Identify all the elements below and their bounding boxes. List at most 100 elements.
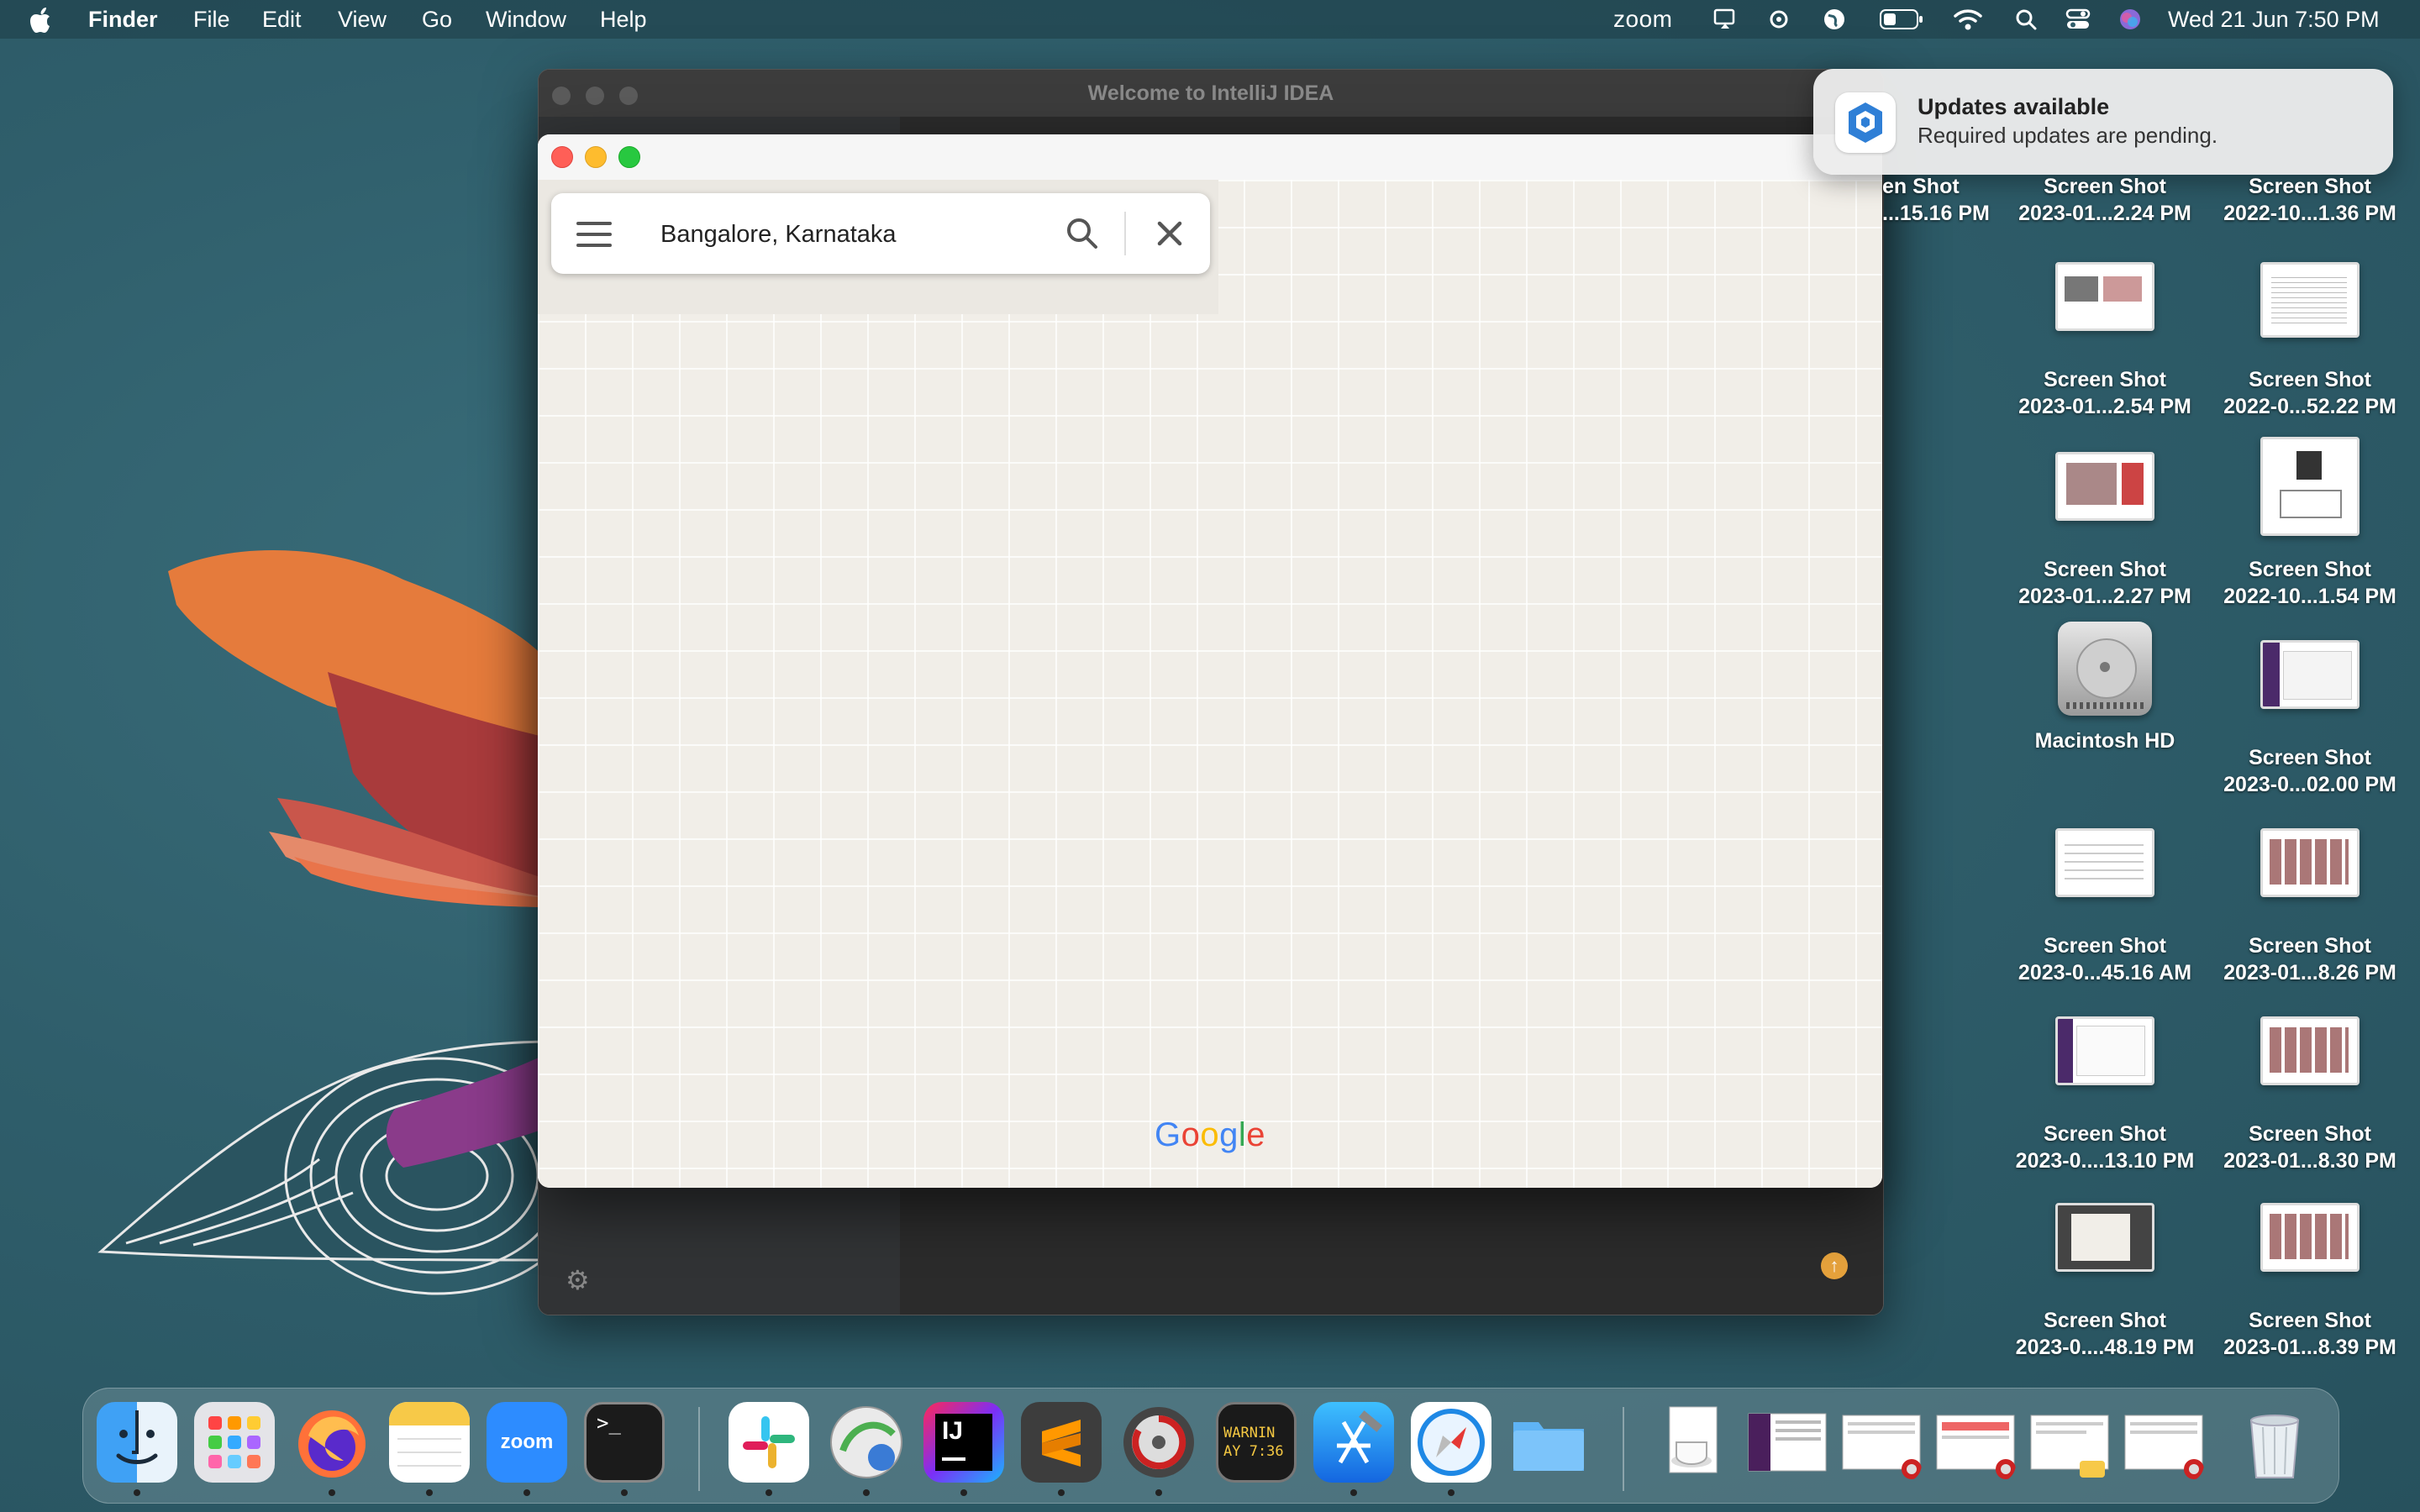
desktop-file-icon[interactable]: Screen Shot 2023-0...02.00 PM bbox=[2213, 640, 2407, 798]
menu-view[interactable]: View bbox=[338, 7, 387, 32]
dock-window-thumbnail[interactable] bbox=[2123, 1402, 2204, 1483]
map-canvas[interactable]: Google bbox=[538, 180, 1882, 1188]
file-name-line1: Screen Shot bbox=[2249, 558, 2371, 581]
zoom-app-label: zoom bbox=[500, 1431, 554, 1453]
search-icon[interactable] bbox=[1062, 213, 1102, 254]
file-name-line1: Screen Shot bbox=[2044, 175, 2166, 198]
zoom-status-item[interactable]: zoom bbox=[1613, 7, 1672, 32]
menu-file[interactable]: File bbox=[193, 7, 230, 32]
dock-backup-icon[interactable] bbox=[1118, 1402, 1199, 1483]
running-indicator bbox=[426, 1489, 433, 1496]
dock-sublime-text-icon[interactable] bbox=[1021, 1402, 1102, 1483]
desktop-file-icon[interactable]: Screen Shot 2023-0....13.10 PM bbox=[2008, 1016, 2202, 1174]
dock-notes-icon[interactable] bbox=[389, 1402, 470, 1483]
running-indicator bbox=[134, 1489, 140, 1496]
update-arrow-icon[interactable]: ↑ bbox=[1821, 1252, 1848, 1279]
menu-window[interactable]: Window bbox=[486, 7, 566, 32]
menu-clock[interactable]: Wed 21 Jun 7:50 PM bbox=[2168, 7, 2380, 32]
gear-icon[interactable]: ⚙ bbox=[566, 1264, 590, 1296]
dock-trash-icon[interactable] bbox=[2234, 1402, 2315, 1483]
running-indicator bbox=[863, 1489, 870, 1496]
file-name-line1: Screen Shot bbox=[2044, 368, 2166, 391]
file-name-line2: 2023-0....13.10 PM bbox=[2015, 1149, 2195, 1173]
desktop-file-icon[interactable]: Screen Shot 2023-01...8.30 PM bbox=[2213, 1016, 2407, 1174]
file-name-line2: 2023-01...8.39 PM bbox=[2223, 1336, 2396, 1359]
console-line-1: WARNIN bbox=[1223, 1425, 1276, 1441]
spotlight-search-icon[interactable] bbox=[2012, 7, 2040, 32]
settings-status-icon[interactable] bbox=[1765, 7, 1793, 32]
hard-drive-icon bbox=[2058, 622, 2152, 716]
menu-app-name[interactable]: Finder bbox=[88, 7, 158, 32]
file-name-line1: Screen Shot bbox=[2044, 1309, 2166, 1332]
zoom-window-button[interactable] bbox=[618, 146, 640, 168]
wallpaper-art bbox=[97, 550, 588, 1295]
desktop-file-icon[interactable]: Screen Shot 2023-01...8.39 PM bbox=[2213, 1203, 2407, 1361]
file-name-line1: Screen Shot bbox=[2249, 175, 2371, 198]
dock-vpn-icon[interactable] bbox=[826, 1402, 907, 1483]
control-center-icon[interactable] bbox=[2064, 7, 2092, 32]
desktop-file-icon[interactable]: Screen Shot 2023-01...8.26 PM bbox=[2213, 828, 2407, 986]
intellij-minimize-button[interactable] bbox=[586, 87, 604, 105]
macintosh-hd-icon[interactable]: Macintosh HD bbox=[2008, 622, 2202, 754]
menu-help[interactable]: Help bbox=[600, 7, 647, 32]
file-name-line2: 2022-10...1.54 PM bbox=[2223, 585, 2396, 608]
console-line-2: AY 7:36 bbox=[1223, 1443, 1284, 1460]
desktop-file-icon[interactable]: Screen Shot 2022-10...1.36 PM bbox=[2213, 173, 2407, 227]
file-name-line2: 2022-0...52.22 PM bbox=[2223, 395, 2396, 418]
desktop-file-icon[interactable]: Screen Shot 2023-01...2.27 PM bbox=[2008, 452, 2202, 610]
dock-folder-icon[interactable] bbox=[1508, 1402, 1589, 1483]
screen-mirroring-icon[interactable] bbox=[1711, 7, 1739, 32]
dock-window-thumbnail[interactable] bbox=[1935, 1402, 2016, 1483]
desktop-file-icon[interactable]: Screen Shot 2022-0...52.22 PM bbox=[2213, 262, 2407, 420]
file-name-line1: Screen Shot bbox=[2249, 368, 2371, 391]
dock-coffee-document-icon[interactable] bbox=[1653, 1402, 1733, 1483]
map-search-box bbox=[551, 193, 1210, 274]
close-icon[interactable] bbox=[1150, 213, 1190, 254]
dock-window-thumbnail[interactable] bbox=[1841, 1402, 1922, 1483]
siri-icon[interactable] bbox=[2116, 7, 2144, 32]
file-name-line1: Screen Shot bbox=[2249, 1122, 2371, 1146]
running-indicator bbox=[1155, 1489, 1162, 1496]
hamburger-menu-icon[interactable] bbox=[576, 217, 612, 250]
minimize-window-button[interactable] bbox=[585, 146, 607, 168]
terminal-prompt-label: >_ bbox=[597, 1411, 621, 1435]
file-name-line2: 2023-0....48.19 PM bbox=[2015, 1336, 2195, 1359]
dock-zoom-icon[interactable]: zoom bbox=[487, 1402, 567, 1483]
intellij-zoom-button[interactable] bbox=[619, 87, 638, 105]
map-search-input[interactable] bbox=[659, 217, 1040, 252]
intellij-close-button[interactable] bbox=[552, 87, 571, 105]
apple-menu-icon[interactable] bbox=[30, 7, 54, 39]
dock-window-thumbnail[interactable] bbox=[1747, 1402, 1828, 1483]
globe-status-icon[interactable] bbox=[1820, 7, 1849, 32]
dock-finder-icon[interactable] bbox=[97, 1402, 177, 1483]
menu-edit[interactable]: Edit bbox=[262, 7, 302, 32]
google-logo-o1: o bbox=[1181, 1116, 1201, 1153]
google-logo[interactable]: Google bbox=[538, 1116, 1882, 1154]
dock-console-icon[interactable]: WARNIN AY 7:36 bbox=[1216, 1402, 1297, 1483]
desktop-file-icon[interactable]: Screen Shot 2023-0....48.19 PM bbox=[2008, 1203, 2202, 1361]
file-name-line1: en Shot bbox=[1882, 175, 1960, 198]
dock-xcode-icon[interactable] bbox=[1313, 1402, 1394, 1483]
dock-terminal-icon[interactable]: >_ bbox=[584, 1402, 665, 1483]
file-thumbnail bbox=[2055, 828, 2154, 897]
dock-safari-icon[interactable] bbox=[1411, 1402, 1491, 1483]
dock-slack-icon[interactable] bbox=[729, 1402, 809, 1483]
battery-icon[interactable] bbox=[1879, 7, 1924, 32]
desktop-file-icon[interactable]: en Shot ...15.16 PM bbox=[1835, 173, 2028, 227]
file-thumbnail bbox=[2260, 1203, 2360, 1272]
dock: zoom >_ IJ WARNIN AY 7:36 bbox=[82, 1388, 2339, 1504]
google-logo-o2: o bbox=[1200, 1116, 1220, 1153]
dock-window-thumbnail[interactable] bbox=[2029, 1402, 2110, 1483]
desktop-file-icon[interactable]: Screen Shot 2023-0...45.16 AM bbox=[2008, 828, 2202, 986]
dock-intellij-icon[interactable]: IJ bbox=[923, 1402, 1004, 1483]
dock-firefox-icon[interactable] bbox=[292, 1402, 372, 1483]
file-name-line1: Screen Shot bbox=[2044, 558, 2166, 581]
wifi-icon[interactable] bbox=[1953, 7, 1983, 32]
update-notification[interactable]: Updates available Required updates are p… bbox=[1813, 69, 2393, 175]
dock-launchpad-icon[interactable] bbox=[194, 1402, 275, 1483]
menu-go[interactable]: Go bbox=[422, 7, 452, 32]
desktop-file-icon[interactable]: Screen Shot 2023-01...2.24 PM bbox=[2008, 173, 2202, 227]
desktop-file-icon[interactable]: Screen Shot 2022-10...1.54 PM bbox=[2213, 437, 2407, 610]
desktop-file-icon[interactable]: Screen Shot 2023-01...2.54 PM bbox=[2008, 262, 2202, 420]
close-window-button[interactable] bbox=[551, 146, 573, 168]
